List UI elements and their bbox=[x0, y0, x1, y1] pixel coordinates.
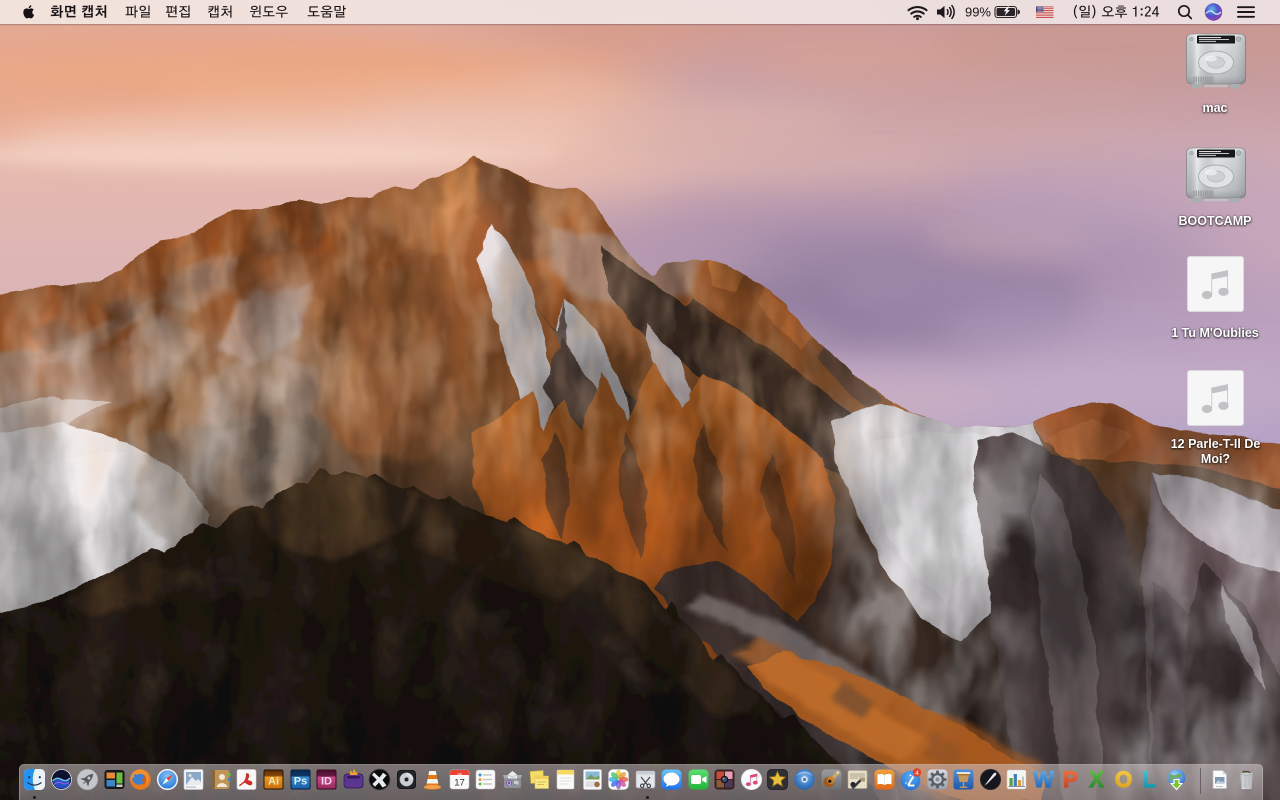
svg-text:Q: Q bbox=[507, 781, 512, 787]
svg-text:99%: 99% bbox=[965, 5, 991, 20]
svg-text:6월: 6월 bbox=[457, 772, 462, 777]
svg-text:W: W bbox=[1033, 768, 1054, 791]
svg-text:ID: ID bbox=[321, 776, 332, 788]
svg-text:X: X bbox=[1089, 768, 1104, 791]
svg-text:Ps: Ps bbox=[293, 776, 306, 788]
svg-text:17: 17 bbox=[454, 778, 465, 789]
svg-text:4: 4 bbox=[915, 770, 919, 777]
svg-text:L: L bbox=[1143, 768, 1156, 791]
svg-text:Ai: Ai bbox=[268, 776, 279, 788]
svg-text:P: P bbox=[1063, 768, 1078, 791]
svg-text:O: O bbox=[1114, 768, 1131, 791]
